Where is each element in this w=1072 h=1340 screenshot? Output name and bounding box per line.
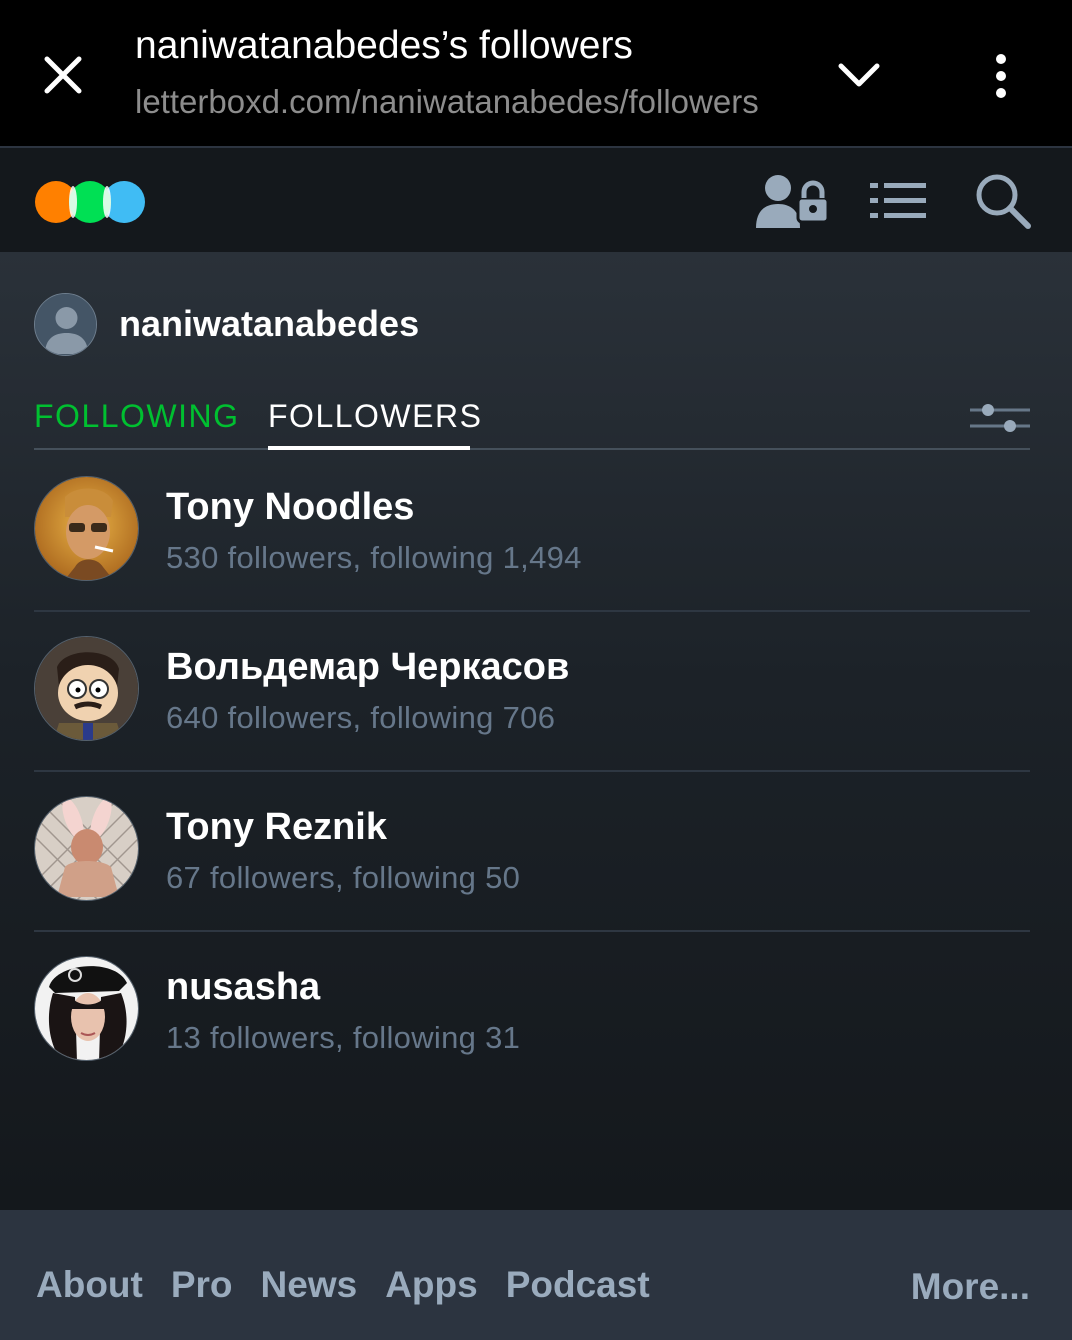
user-stats: 67 followers, following 50 <box>166 860 521 895</box>
browser-toolbar: naniwatanabedes’s followers letterboxd.c… <box>0 0 1072 146</box>
footer-link-apps[interactable]: Apps <box>385 1264 478 1306</box>
avatar[interactable] <box>34 292 97 356</box>
list-item[interactable]: Вольдемар Черкасов 640 followers, follow… <box>34 612 1030 772</box>
avatar[interactable] <box>34 476 139 581</box>
user-stats: 530 followers, following 1,494 <box>166 540 582 575</box>
account-lock-icon[interactable] <box>752 170 836 232</box>
user-name[interactable]: Вольдемар Черкасов <box>166 646 569 689</box>
profile-username[interactable]: naniwatanabedes <box>119 303 419 345</box>
footer-link-podcast[interactable]: Podcast <box>506 1264 650 1306</box>
profile-header[interactable]: naniwatanabedes <box>34 292 419 356</box>
footer-nav: About Pro News Apps Podcast <box>36 1264 678 1306</box>
more-options-icon[interactable] <box>976 46 1026 106</box>
search-icon[interactable] <box>970 170 1036 232</box>
avatar[interactable] <box>34 796 139 901</box>
page-url: letterboxd.com/naniwatanabedes/followers <box>135 83 759 120</box>
list-menu-icon[interactable] <box>866 176 930 226</box>
active-tab-indicator <box>268 446 470 450</box>
filter-sliders-icon[interactable] <box>970 394 1030 442</box>
tab-bar: FOLLOWING FOLLOWERS <box>34 392 1030 450</box>
letterboxd-logo[interactable] <box>34 180 146 224</box>
footer-more-link[interactable]: More... <box>911 1266 1030 1308</box>
tab-following[interactable]: FOLLOWING <box>34 398 240 435</box>
list-item[interactable]: Tony Reznik 67 followers, following 50 <box>34 772 1030 932</box>
footer-link-news[interactable]: News <box>261 1264 358 1306</box>
user-name[interactable]: nusasha <box>166 966 320 1009</box>
user-stats: 640 followers, following 706 <box>166 700 556 735</box>
main-content: naniwatanabedes FOLLOWING FOLLOWERS Tony… <box>0 252 1072 1210</box>
chevron-down-icon[interactable] <box>828 48 890 104</box>
user-stats: 13 followers, following 31 <box>166 1020 521 1055</box>
avatar[interactable] <box>34 956 139 1061</box>
user-name[interactable]: Tony Noodles <box>166 486 414 529</box>
list-item[interactable]: Tony Noodles 530 followers, following 1,… <box>34 452 1030 612</box>
followers-list: Tony Noodles 530 followers, following 1,… <box>34 452 1030 1092</box>
site-header <box>0 146 1072 252</box>
user-name[interactable]: Tony Reznik <box>166 806 387 849</box>
footer-link-about[interactable]: About <box>36 1264 143 1306</box>
avatar[interactable] <box>34 636 139 741</box>
list-item[interactable]: nusasha 13 followers, following 31 <box>34 932 1030 1092</box>
site-footer: About Pro News Apps Podcast More... <box>0 1210 1072 1340</box>
tab-followers[interactable]: FOLLOWERS <box>268 398 482 435</box>
footer-link-pro[interactable]: Pro <box>171 1264 233 1306</box>
close-icon[interactable] <box>28 40 98 110</box>
page-title: naniwatanabedes’s followers <box>135 24 633 67</box>
